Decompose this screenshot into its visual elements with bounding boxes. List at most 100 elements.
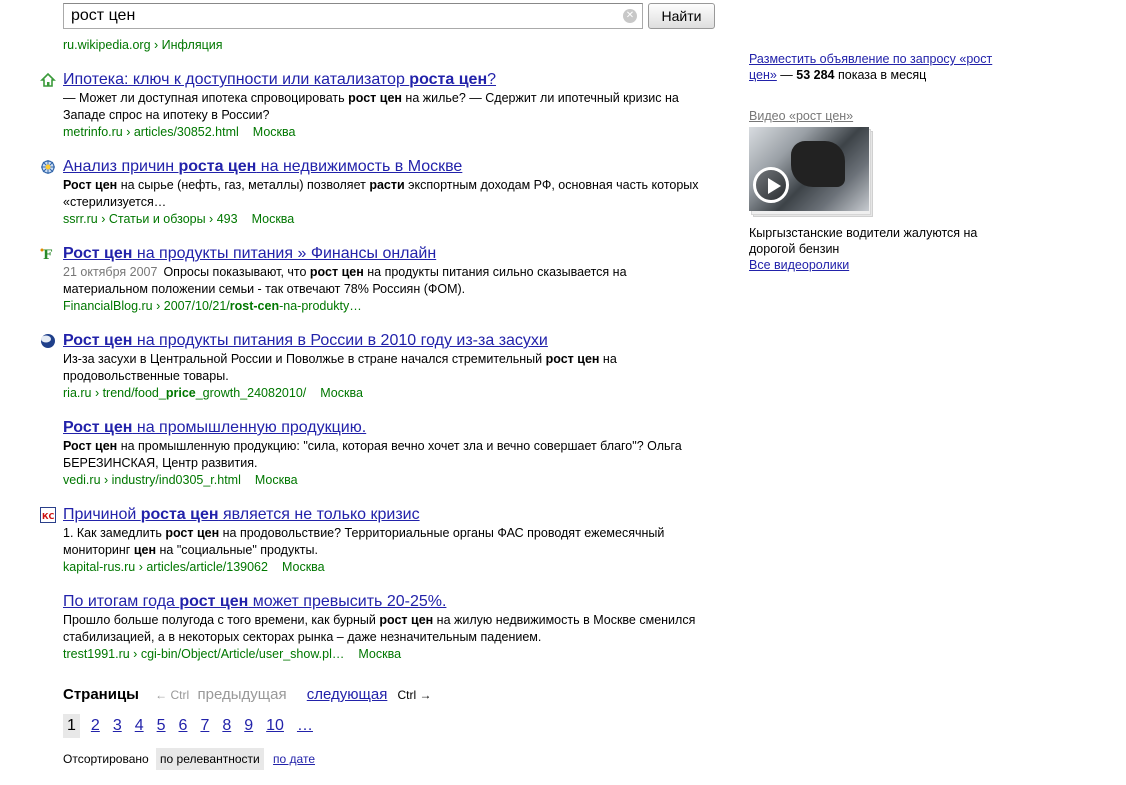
gear-globe-icon: [40, 159, 56, 175]
result-title-link[interactable]: Рост цен на промышленную продукцию.: [63, 418, 366, 437]
page-link[interactable]: 10: [264, 714, 286, 738]
ks-icon: КС: [40, 507, 56, 523]
result-url[interactable]: kapital-rus.ru › articles/article/139062: [63, 560, 268, 574]
result-snippet: Рост цен на сырье (нефть, газ, металлы) …: [63, 177, 700, 211]
result-region[interactable]: Москва: [253, 125, 296, 139]
title-text: на продукты питания » Финансы онлайн: [132, 245, 437, 262]
result-region[interactable]: Москва: [255, 473, 298, 487]
sort-by-date-link[interactable]: по дате: [273, 752, 315, 766]
title-text: Анализ причин: [63, 158, 179, 175]
snippet-text: Прошло больше полугода с того времени, к…: [63, 613, 380, 627]
result-region[interactable]: Москва: [282, 560, 325, 574]
result-url[interactable]: trest1991.ru › cgi-bin/Object/Article/us…: [63, 647, 344, 661]
next-page-link[interactable]: следующая: [307, 686, 388, 703]
search-input[interactable]: [64, 4, 614, 28]
result-region[interactable]: Москва: [320, 386, 363, 400]
prev-page-label: предыдущая: [197, 686, 287, 703]
snippet-text: на сырье (нефть, газ, металлы) позволяет: [117, 178, 370, 192]
ad-tail: показа в месяц: [834, 68, 927, 82]
result-meta: trest1991.ru › cgi-bin/Object/Article/us…: [63, 646, 700, 662]
snippet-text: Опросы показывают, что: [163, 265, 310, 279]
page-link[interactable]: …: [295, 714, 315, 738]
page-numbers: 1 2 3 4 5 6 7 8 9 10…: [63, 714, 324, 738]
result-title-link[interactable]: Ипотека: ключ к доступности или катализа…: [63, 70, 496, 89]
snippet-text: 1. Как замедлить: [63, 526, 166, 540]
title-highlight: Рост цен: [63, 419, 133, 436]
result-url[interactable]: FinancialBlog.ru › 2007/10/21/rost-cen-n…: [63, 299, 362, 313]
title-text: на недвижимость в Москве: [256, 158, 463, 175]
snippet-highlight: рост цен: [545, 352, 600, 366]
title-text: является не только кризис: [218, 506, 420, 523]
search-result: Рост цен на продукты питания в России в …: [40, 331, 700, 401]
page-link[interactable]: 2: [89, 714, 102, 738]
title-text: ?: [487, 71, 497, 88]
result-url[interactable]: metrinfo.ru › articles/30852.html: [63, 125, 239, 139]
title-text: Ипотека: ключ к доступности или катализа…: [63, 71, 410, 88]
url-text: _growth_24082010/: [195, 386, 307, 400]
search-result: Анализ причин роста цен на недвижимость …: [40, 157, 700, 227]
url-text: FinancialBlog.ru › 2007/10/21/: [63, 299, 230, 313]
page-link[interactable]: 5: [155, 714, 168, 738]
title-text: на промышленную продукцию.: [132, 419, 367, 436]
globe-icon: [40, 333, 56, 349]
search-box: ✕: [63, 3, 643, 29]
result-title-link[interactable]: Рост цен на продукты питания в России в …: [63, 331, 548, 350]
result-url[interactable]: ria.ru › trend/food_price_growth_2408201…: [63, 386, 306, 400]
clear-icon[interactable]: ✕: [623, 9, 637, 23]
sort-label: Отсортировано: [63, 752, 149, 766]
result-title-link[interactable]: Рост цен на продукты питания » Финансы о…: [63, 244, 436, 263]
video-thumbnail[interactable]: [749, 127, 875, 217]
house-icon: [40, 72, 56, 88]
result-url[interactable]: vedi.ru › industry/ind0305_r.html: [63, 473, 241, 487]
result-snippet: Рост цен на промышленную продукцию: "сил…: [63, 438, 700, 472]
video-header-link[interactable]: Видео «рост цен»: [749, 108, 1019, 124]
sort-controls: Отсортировано по релевантности по дате: [63, 748, 315, 770]
ad-dash: —: [776, 68, 797, 82]
top-result-crumb[interactable]: ru.wikipedia.org › Инфляция: [63, 38, 223, 52]
result-snippet: Прошло больше полугода с того времени, к…: [63, 612, 700, 646]
video-frame: [749, 127, 869, 211]
url-highlight: price: [165, 386, 196, 400]
pager: Страницы ← Ctrl предыдущая следующая Ctr…: [63, 686, 432, 703]
search-result: Рост цен на промышленную продукцию. Рост …: [40, 418, 700, 488]
page-link[interactable]: 7: [198, 714, 211, 738]
snippet-highlight: рост цен: [348, 91, 402, 105]
result-title-link[interactable]: По итогам года рост цен может превысить …: [63, 592, 446, 611]
result-title-link[interactable]: Причиной роста цен является не только кр…: [63, 505, 420, 524]
page-link[interactable]: 4: [133, 714, 146, 738]
title-text: Причиной: [63, 506, 141, 523]
search-button[interactable]: Найти: [648, 3, 715, 29]
title-highlight: Рост цен: [63, 332, 133, 349]
result-url[interactable]: ssrr.ru › Статьи и обзоры › 493: [63, 212, 238, 226]
page-link[interactable]: 8: [220, 714, 233, 738]
url-text: ria.ru › trend/food_: [63, 386, 166, 400]
play-icon[interactable]: [753, 167, 789, 203]
result-meta: FinancialBlog.ru › 2007/10/21/rost-cen-n…: [63, 298, 700, 314]
page-link[interactable]: 3: [111, 714, 124, 738]
url-highlight: rost-cen: [229, 299, 280, 313]
snippet-highlight: расти: [369, 178, 405, 192]
result-region[interactable]: Москва: [252, 212, 295, 226]
title-text: на продукты питания в России в 2010 году…: [132, 332, 548, 349]
page-link[interactable]: 6: [177, 714, 190, 738]
snippet-highlight: цен: [133, 543, 157, 557]
pager-label: Страницы: [63, 686, 139, 703]
ad-block: Разместить объявление по запросу «рост ц…: [749, 51, 1019, 83]
search-result: Ипотека: ключ к доступности или катализа…: [40, 70, 700, 140]
title-highlight: рост цен: [179, 593, 249, 610]
page-link[interactable]: 9: [242, 714, 255, 738]
snippet-text: — Может ли доступная ипотека спровоциров…: [63, 91, 349, 105]
result-region[interactable]: Москва: [358, 647, 401, 661]
result-snippet: 1. Как замедлить рост цен на продовольст…: [63, 525, 700, 559]
title-highlight: роста цен: [140, 506, 219, 523]
snippet-highlight: Рост цен: [63, 178, 118, 192]
result-meta: ria.ru › trend/food_price_growth_2408201…: [63, 385, 700, 401]
all-videos-link[interactable]: Все видеоролики: [749, 257, 1019, 273]
snippet-highlight: рост цен: [309, 265, 364, 279]
sort-current: по релевантности: [156, 748, 264, 770]
svg-text:F: F: [43, 248, 53, 262]
result-title-link[interactable]: Анализ причин роста цен на недвижимость …: [63, 157, 462, 176]
snippet-highlight: рост цен: [379, 613, 434, 627]
video-block: Видео «рост цен» Кыргызстанские водители…: [749, 108, 1019, 273]
result-snippet: 21 октября 2007 Опросы показывают, что ро…: [63, 264, 700, 298]
